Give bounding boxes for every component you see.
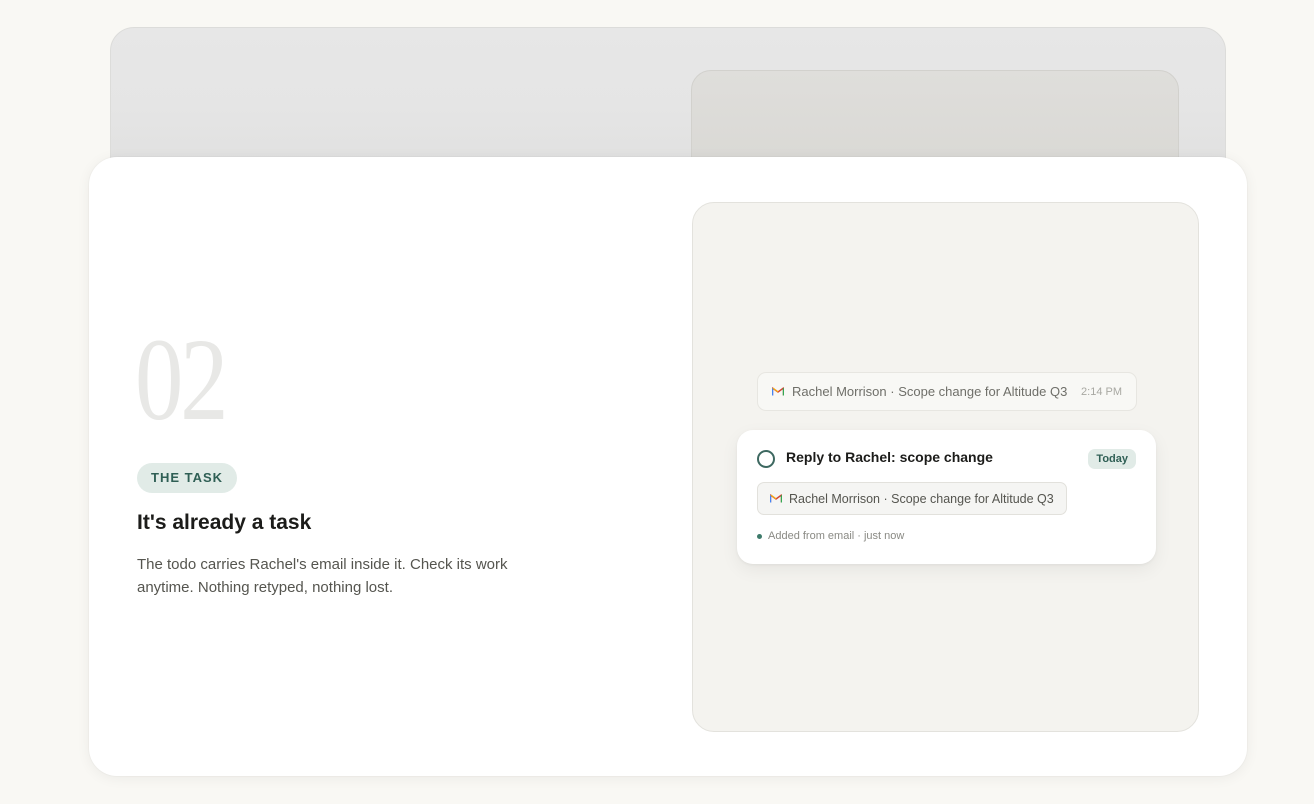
source-note-text: Added from email · just now	[768, 530, 905, 542]
step-heading: It's already a task	[137, 511, 312, 534]
task-preview-panel: Rachel Morrison · Scope change for Altit…	[692, 202, 1199, 732]
step-description: The todo carries Rachel's email inside i…	[137, 556, 508, 596]
source-email-row[interactable]: Rachel Morrison · Scope change for Altit…	[757, 372, 1137, 411]
due-badge: Today	[1088, 449, 1136, 469]
attachment-label: Rachel Morrison · Scope change for Altit…	[789, 491, 1054, 506]
task-title: Reply to Rachel: scope change	[786, 449, 993, 465]
email-time: 2:14 PM	[1081, 385, 1122, 398]
task-checkbox[interactable]	[757, 450, 775, 468]
gmail-icon	[772, 387, 784, 396]
gmail-icon	[770, 494, 782, 503]
task-card[interactable]: Reply to Rachel: scope change Today Rach…	[737, 430, 1156, 564]
step-number: 02	[135, 314, 228, 445]
status-dot	[757, 533, 762, 539]
feature-card: 02 THE TASK It's already a task The todo…	[89, 157, 1247, 776]
email-subject: Rachel Morrison · Scope change for Altit…	[792, 384, 1068, 399]
step-tag: THE TASK	[137, 463, 238, 493]
task-source-note: Added from email · just now	[757, 530, 904, 542]
email-attachment-chip[interactable]: Rachel Morrison · Scope change for Altit…	[757, 482, 1067, 515]
